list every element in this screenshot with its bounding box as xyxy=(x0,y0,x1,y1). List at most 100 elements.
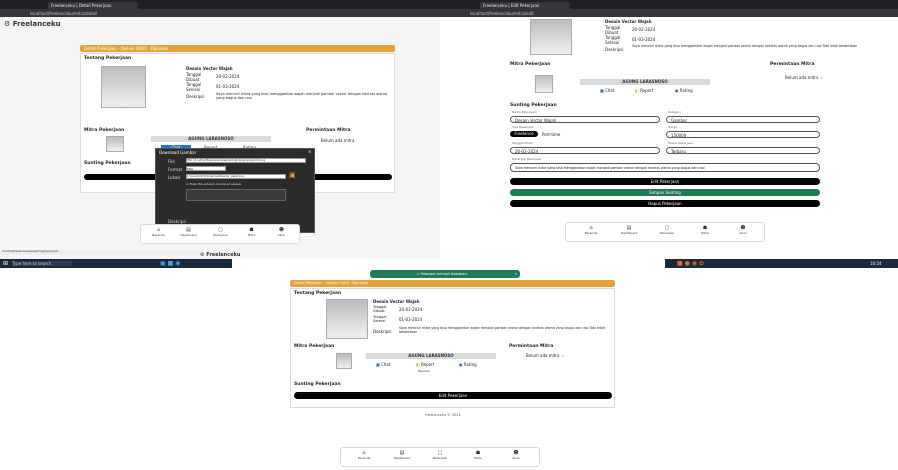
toast-close-icon[interactable]: ✕ xyxy=(514,272,517,276)
bottom-edit-button[interactable]: Edit Pekerjaan xyxy=(294,392,612,399)
b-nav-dashboard[interactable]: ▤ Dashboard xyxy=(387,451,417,461)
save-button[interactable]: Simpan Sunting xyxy=(510,189,820,196)
nav-mitra[interactable]: ☗ Mitra xyxy=(239,228,264,238)
bottom-label-created: Tanggal Dibuat xyxy=(373,305,387,313)
type-parttime-button[interactable]: Part-time xyxy=(542,132,560,137)
right-job-desc: Saya mencari mitra yang bisa menggambar … xyxy=(632,44,858,48)
job-photo xyxy=(101,66,146,108)
nav-pekerjaan[interactable]: ▢ Pekerjaan xyxy=(208,228,233,238)
bottom-mitra-report[interactable]: ◧ Report xyxy=(416,362,434,367)
left-browser-tab[interactable]: Freelanceku | Detail Pekerjaan xyxy=(48,2,138,9)
dialog-format-select[interactable]: PNG xyxy=(186,166,226,171)
input-name[interactable]: Desain Vector Wajah xyxy=(510,116,660,123)
nav-dashboard[interactable]: ▤ Dashboard xyxy=(176,228,201,238)
right-mitra-rating[interactable]: ● Rating xyxy=(675,88,693,93)
b-nav-beranda[interactable]: ⌂ Beranda xyxy=(349,451,379,461)
r-nav-beranda[interactable]: ⌂ Beranda xyxy=(576,226,606,236)
job-banner: Detail Pekerjaan - Desain UI/UX - Dipros… xyxy=(80,45,395,52)
b-nav-mitra[interactable]: ☗ Mitra xyxy=(463,451,493,461)
bottom-job-deadline: 01-03-2024 xyxy=(399,317,423,322)
brand-title: ⚙ Freelanceku xyxy=(4,20,61,28)
label-category: Kategori xyxy=(668,110,681,114)
input-price[interactable]: 150000 xyxy=(666,131,820,138)
edit-button[interactable]: Edit Pekerjaan xyxy=(510,178,820,185)
right-browser-urlbar[interactable]: localhost/freelanceku/mitra/edit xyxy=(440,9,898,17)
dialog-file-input[interactable]: http://localhost/freelanceku/assets/img/… xyxy=(186,158,306,163)
logo-icon: ⚙ xyxy=(4,20,13,28)
taskbar-clock: 10:24 xyxy=(870,261,882,266)
label-created: Tanggal Dibuat xyxy=(186,72,202,82)
delete-button[interactable]: Hapus Pekerjaan xyxy=(510,200,820,207)
footer-text: Freelanceku © 2024 xyxy=(425,413,461,417)
right-job-deadline: 01-03-2024 xyxy=(632,37,656,42)
bottom-mitra-chat[interactable]: ■ Chat xyxy=(376,362,390,367)
right-mitra-report[interactable]: ◧ Report xyxy=(635,88,653,93)
dialog-save-input[interactable]: C:\Users\Admin\Downloads\vector_wajah.pn… xyxy=(186,174,286,179)
job-created: 20-02-2024 xyxy=(216,74,240,79)
bottom-brand: ⚙ Freelanceku xyxy=(200,252,241,258)
bottom-mitra-rating[interactable]: ● Rating xyxy=(459,362,477,367)
textarea-desc[interactable]: Saya mencari mitra yang bisa menggambar … xyxy=(510,163,820,172)
right-url-text[interactable]: localhost/freelanceku/mitra/edit xyxy=(470,11,534,16)
bottom-mitra-title: Mitra Pekerjaan xyxy=(294,344,335,349)
r-nav-pekerjaan[interactable]: ▢ Pekerjaan xyxy=(652,226,682,236)
warning-icon: ⚠ xyxy=(819,75,824,80)
label-price: Harga xyxy=(668,125,678,129)
left-bottom-nav: ⌂ Beranda ▤ Dashboard ▢ Pekerjaan ☗ Mitra ☻ A… xyxy=(140,224,300,244)
bottom-job-card: Tentang Pekerjaan Desain Vector Wajah Ta… xyxy=(290,288,615,408)
request-title: Permintaan Mitra xyxy=(306,128,351,133)
dialog-format-label: Format xyxy=(168,167,183,172)
right-request-title: Permintaan Mitra xyxy=(770,62,815,67)
right-browser-tab[interactable]: Freelanceku | Edit Pekerjaan xyxy=(480,2,570,9)
taskbar-search[interactable]: Type here to search xyxy=(12,261,72,266)
dialog-folder-icon[interactable]: ▣ xyxy=(289,171,296,179)
dialog-title: Download Gambar xyxy=(159,150,197,155)
r-nav-mitra[interactable]: ☗ Mitra xyxy=(690,226,720,236)
bottom-request-empty: Belum ada mitra ⚠ xyxy=(526,353,565,358)
b-nav-akun[interactable]: ☻ Akun xyxy=(501,451,531,461)
right-taskbar: ■ ● ◉ ✿ 10:24 xyxy=(665,259,898,268)
nav-akun[interactable]: ☻ Akun xyxy=(269,228,294,238)
dialog-note-input[interactable] xyxy=(186,189,286,201)
label-type: Tipe Pekerjaan xyxy=(512,125,534,129)
r-nav-dashboard[interactable]: ▤ Dashboard xyxy=(614,226,644,236)
start-icon[interactable]: ⊞ xyxy=(3,260,8,267)
left-browser-urlbar[interactable]: localhost/freelanceku/mitra/detail xyxy=(0,9,440,17)
select-status[interactable]: Terbaru xyxy=(666,147,820,154)
right-page: Desain Vector Wajah Tanggal Dibuat 20-02… xyxy=(440,17,898,259)
right-mitra-chat[interactable]: ■ Chat xyxy=(600,88,614,93)
warning-icon: ⚠ xyxy=(560,353,565,358)
right-job-created: 20-02-2024 xyxy=(632,27,656,32)
select-category[interactable]: Gambar xyxy=(666,116,820,123)
left-status-bar: localhost/freelanceku/assets/img/job/upl… xyxy=(0,250,200,255)
right-label-desc: Deskripsi xyxy=(605,47,624,52)
left-browser-tabbar: Freelanceku | Detail Pekerjaan xyxy=(0,0,440,9)
mitra-title: Mitra Pekerjaan xyxy=(84,128,125,133)
dialog-close-icon[interactable]: ✕ xyxy=(308,149,311,154)
taskbar-app-icons[interactable]: ▣ ■ ◉ xyxy=(160,260,180,267)
bottom-center-nav: ⌂ Beranda ▤ Dashboard ▢ Pekerjaan ☗ Mitra ☻ A… xyxy=(340,447,540,467)
request-empty: Belum ada mitra xyxy=(321,138,355,143)
right-job-name: Desain Vector Wajah xyxy=(605,19,652,24)
type-freelance-button[interactable]: Freelance xyxy=(510,131,538,137)
r-nav-akun[interactable]: ☻ Akun xyxy=(728,226,758,236)
b-nav-pekerjaan[interactable]: ▢ Pekerjaan xyxy=(425,451,455,461)
right-mitra-photo xyxy=(535,75,553,93)
label-job-desc: Deskripsi Pekerjaan xyxy=(512,157,542,161)
bottom-label-deadline: Tanggal Selesai xyxy=(373,315,387,323)
left-url-text[interactable]: localhost/freelanceku/mitra/detail xyxy=(30,11,97,16)
label-desc: Deskripsi xyxy=(186,94,205,99)
right-taskbar-icons[interactable]: ■ ● ◉ ✿ xyxy=(677,260,704,267)
bottom-sunting-title: Sunting Pekerjaan xyxy=(294,382,341,387)
nav-beranda[interactable]: ⌂ Beranda xyxy=(146,228,171,238)
sunting-title: Sunting Pekerjaan xyxy=(84,161,131,166)
job-deadline: 01-03-2024 xyxy=(216,84,240,89)
right-mitra-title: Mitra Pekerjaan xyxy=(510,62,551,67)
dialog-checkbox[interactable]: ☑ Buka file setelah download selesai xyxy=(186,182,241,186)
input-start[interactable]: 20-02-2024 xyxy=(510,147,660,154)
bottom-mitra-extra: Taruhan xyxy=(418,369,430,373)
mitra-photo xyxy=(106,136,124,152)
right-label-created: Tanggal Dibuat xyxy=(605,25,621,35)
bottom-mitra-photo xyxy=(336,353,352,369)
right-sunting-title: Sunting Pekerjaan xyxy=(510,103,557,108)
